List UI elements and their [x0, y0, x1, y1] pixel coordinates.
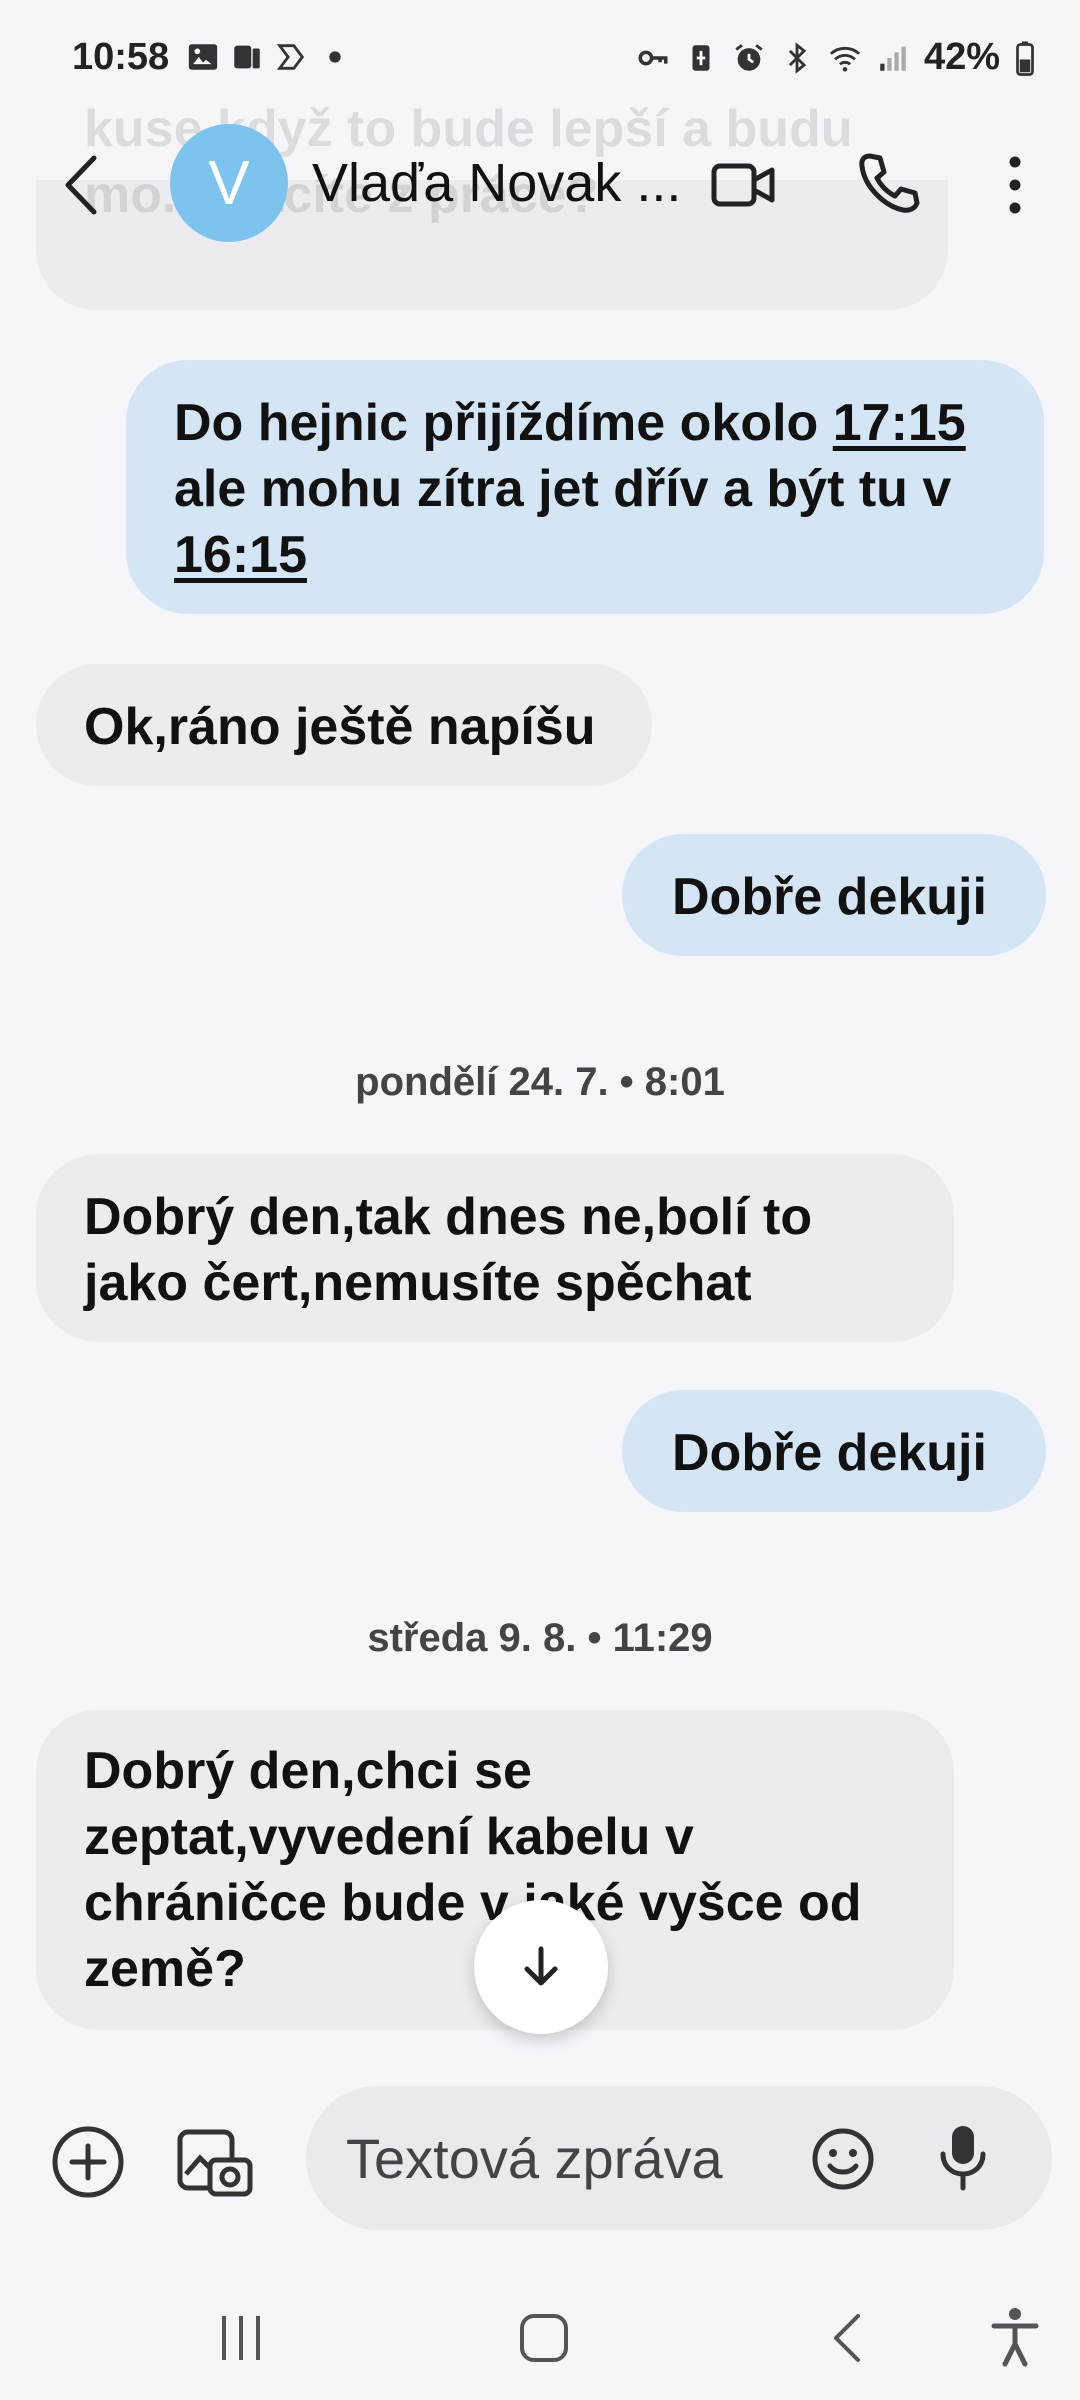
- sim-card-icon: [234, 45, 260, 69]
- microphone-icon[interactable]: [936, 2122, 990, 2192]
- home-icon[interactable]: [516, 2310, 572, 2366]
- time-link[interactable]: 17:15: [833, 394, 966, 452]
- back-arrow-icon[interactable]: [58, 150, 104, 220]
- status-right: 42%: [636, 36, 1036, 79]
- message-text: ale mohu zítra jet dřív a být tu v: [174, 460, 952, 518]
- message-bubble-sent[interactable]: Do hejnic přijíždíme okolo 17:15 ale moh…: [126, 360, 1044, 614]
- message-text: Dobře dekuji: [672, 1424, 987, 1482]
- add-attachment-icon[interactable]: [50, 2124, 126, 2200]
- gallery-icon: [188, 44, 218, 70]
- date-separator: pondělí 24. 7. • 8:01: [355, 1060, 725, 1104]
- message-text: Dobrý den,tak dnes ne,bolí to jako čert,…: [84, 1188, 813, 1312]
- dot-icon: [329, 51, 341, 63]
- battery-saver-icon: [692, 44, 710, 71]
- scroll-to-bottom-button[interactable]: [474, 1900, 608, 2034]
- message-bubble-received[interactable]: Ok,ráno ještě napíšu: [36, 664, 652, 786]
- message-text: Do hejnic přijíždíme okolo: [174, 394, 833, 452]
- date-separator: středa 9. 8. • 11:29: [367, 1616, 713, 1660]
- wifi-icon: [829, 46, 861, 72]
- avatar[interactable]: V: [170, 124, 288, 242]
- gallery-camera-icon[interactable]: [174, 2120, 254, 2200]
- status-time: 10:58: [72, 36, 170, 78]
- message-composer[interactable]: [306, 2086, 1052, 2230]
- status-left-icons: [186, 40, 352, 74]
- phone-call-icon[interactable]: [856, 150, 920, 216]
- battery-icon: [1016, 41, 1034, 76]
- emoji-icon[interactable]: [810, 2126, 876, 2192]
- message-input[interactable]: [346, 2086, 766, 2230]
- time-link[interactable]: 16:15: [174, 526, 307, 584]
- message-text: Ok,ráno ještě napíšu: [84, 698, 596, 756]
- message-text: Dobrý den,chci se zeptat,vyvedení kabelu…: [84, 1742, 862, 1998]
- message-text: Dobře dekuji: [672, 868, 987, 926]
- more-options-icon[interactable]: [1000, 150, 1030, 220]
- message-bubble-sent[interactable]: Dobře dekuji: [622, 1390, 1046, 1512]
- navigation-bar: [0, 2280, 1080, 2400]
- bluetooth-icon: [788, 41, 807, 74]
- vpn-key-icon: [638, 50, 668, 65]
- battery-percent: 42%: [923, 36, 1000, 78]
- arrow-down-icon: [524, 1946, 558, 1986]
- alarm-icon: [735, 43, 763, 71]
- signal-icon: [880, 46, 906, 71]
- accessibility-icon[interactable]: [990, 2306, 1040, 2368]
- video-call-icon[interactable]: [710, 152, 776, 218]
- contact-name[interactable]: Vlaďa Novak ...: [312, 152, 681, 214]
- app-icon: [276, 44, 305, 70]
- recent-apps-icon[interactable]: [216, 2310, 266, 2366]
- nav-back-icon[interactable]: [828, 2310, 868, 2366]
- message-bubble-received[interactable]: Dobrý den,tak dnes ne,bolí to jako čert,…: [36, 1154, 954, 1342]
- message-bubble-sent[interactable]: Dobře dekuji: [622, 834, 1046, 956]
